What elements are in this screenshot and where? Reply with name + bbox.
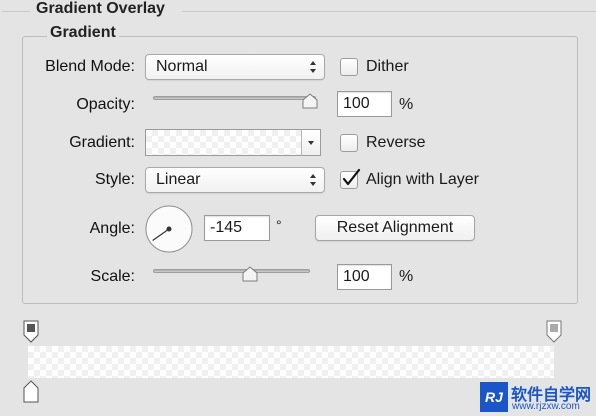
opacity-input[interactable]: 100: [337, 91, 392, 117]
style-select[interactable]: Linear: [145, 167, 325, 193]
opacity-label: Opacity:: [76, 96, 135, 113]
color-stop-left[interactable]: [22, 379, 40, 403]
group-title: Gradient: [47, 24, 119, 42]
scale-unit: %: [399, 268, 414, 285]
scale-input[interactable]: 100: [337, 264, 392, 290]
opacity-stop-swatch: [27, 324, 35, 332]
gradient-ramp-bar[interactable]: [28, 346, 554, 378]
dither-checkbox[interactable]: [340, 58, 358, 76]
dither-label: Dither: [366, 58, 409, 75]
angle-label: Angle:: [89, 220, 135, 237]
reset-alignment-button[interactable]: Reset Alignment: [315, 215, 475, 241]
header-rule-right: [182, 11, 596, 12]
angle-value: -145: [210, 219, 243, 236]
gradient-dropdown-button[interactable]: [301, 129, 321, 156]
updown-arrows-icon: [310, 174, 316, 186]
gradient-preview-swatch[interactable]: [145, 129, 302, 156]
watermark-url: www.rjzxw.com: [512, 401, 580, 412]
gradient-label: Gradient:: [69, 134, 135, 151]
blend-mode-label: Blend Mode:: [45, 58, 135, 75]
align-with-layer-label: Align with Layer: [366, 171, 479, 188]
chevron-down-icon: [308, 141, 314, 145]
scale-slider-thumb[interactable]: [241, 266, 259, 282]
checkmark-icon: [342, 168, 361, 186]
opacity-value: 100: [343, 95, 370, 112]
updown-arrows-icon: [310, 61, 316, 73]
opacity-slider-track[interactable]: [153, 96, 316, 100]
watermark-logo: RJ: [480, 382, 508, 412]
opacity-stop-swatch: [550, 324, 558, 332]
watermark: RJ 软件自学网 www.rjzxw.com: [480, 382, 592, 414]
scale-slider-track[interactable]: [153, 269, 310, 273]
reverse-label: Reverse: [366, 134, 426, 151]
angle-input[interactable]: -145: [204, 215, 270, 241]
scale-value: 100: [343, 268, 370, 285]
section-title: Gradient Overlay: [33, 0, 168, 18]
opacity-stop-right[interactable]: [545, 320, 563, 344]
opacity-slider-thumb[interactable]: [301, 93, 319, 109]
opacity-stop-left[interactable]: [22, 320, 40, 344]
scale-label: Scale:: [90, 268, 135, 285]
angle-dial[interactable]: [144, 204, 194, 254]
reverse-checkbox[interactable]: [340, 134, 358, 152]
blend-mode-select[interactable]: Normal: [145, 54, 325, 80]
header-rule-left: [2, 11, 30, 12]
align-with-layer-checkbox[interactable]: [340, 168, 361, 189]
angle-degree-unit: °: [276, 217, 282, 233]
style-value: Linear: [156, 171, 201, 188]
style-label: Style:: [94, 171, 135, 188]
blend-mode-value: Normal: [156, 58, 208, 75]
opacity-unit: %: [399, 96, 414, 113]
